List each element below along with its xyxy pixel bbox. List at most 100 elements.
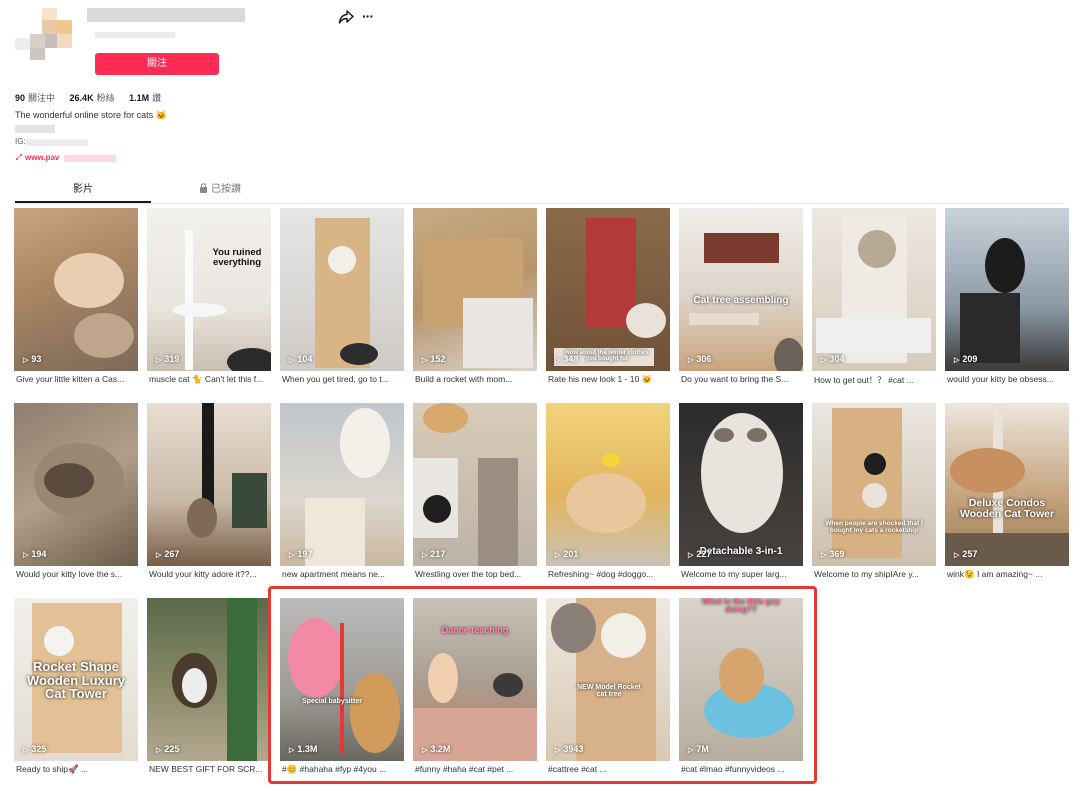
video-thumbnail[interactable]: Detachable 3-in-1 ▷ 227 — [679, 403, 803, 566]
play-icon: ▷ — [555, 552, 561, 559]
follow-button[interactable]: 關注 — [95, 53, 219, 75]
thumbnail-shape — [187, 498, 217, 538]
view-count-value: 93 — [31, 354, 42, 364]
thumbnail-shape — [232, 473, 267, 528]
view-count: ▷ 325 — [23, 744, 46, 754]
video-caption[interactable]: Welcome to my super larg... — [681, 569, 801, 579]
play-icon: ▷ — [821, 357, 827, 364]
video-caption[interactable]: wink😉 I am amazing~ ... — [947, 569, 1067, 580]
video-caption[interactable]: Give your little kitten a Cas... — [16, 374, 136, 384]
more-options-button[interactable]: ··· — [362, 9, 380, 26]
thumbnail-shape — [701, 413, 783, 533]
profile-stats: 90 關注中 26.4K 粉絲 1.1M 讚 — [15, 91, 173, 104]
video-thumbnail[interactable]: ▷ 217 — [413, 403, 537, 566]
tab-videos[interactable]: 影片 — [15, 183, 151, 199]
view-count: ▷ 267 — [156, 549, 179, 559]
video-caption[interactable]: Would your kitty adore it??... — [149, 569, 269, 579]
video-overlay-text: Deluxe Condos Wooden Cat Tower — [959, 497, 1055, 521]
video-caption[interactable]: Welcome to my shipIAre y... — [814, 569, 934, 579]
video-caption[interactable]: Build a rocket with mom... — [415, 374, 535, 384]
video-thumbnail[interactable]: Cat tree assembling ▷ 306 — [679, 208, 803, 371]
avatar[interactable] — [15, 8, 72, 65]
following-count[interactable]: 90 關注中 — [15, 91, 55, 104]
followers-count[interactable]: 26.4K 粉絲 — [70, 91, 115, 104]
thumbnail-shape — [340, 408, 390, 478]
play-icon: ▷ — [156, 357, 162, 364]
tab-liked[interactable]: 已按讚 — [152, 183, 288, 199]
tab-divider — [15, 203, 1065, 204]
play-icon: ▷ — [289, 552, 295, 559]
thumbnail-shape — [44, 626, 74, 656]
view-count: ▷ 304 — [821, 354, 844, 364]
thumbnail-shape — [774, 338, 803, 371]
view-count-value: 369 — [829, 549, 845, 559]
view-count: ▷ 194 — [23, 549, 46, 559]
view-count-value: 104 — [297, 354, 313, 364]
bio-ig-label: IG: — [15, 137, 26, 146]
tab-liked-label: 已按讚 — [211, 184, 241, 195]
view-count-value: 197 — [297, 549, 313, 559]
video-caption[interactable]: How to get out！？ #cat ... — [814, 374, 934, 386]
play-icon: ▷ — [23, 747, 29, 754]
video-thumbnail[interactable]: ▷ 104 — [280, 208, 404, 371]
video-caption[interactable]: Wrestling over the top bed... — [415, 569, 535, 579]
thumbnail-shape — [340, 343, 378, 365]
link-redacted — [64, 155, 116, 162]
profile-link[interactable]: www.pav — [15, 153, 59, 162]
link-icon — [15, 153, 23, 161]
video-thumbnail[interactable]: ▷ 209 — [945, 208, 1069, 371]
video-thumbnail[interactable]: ▷ 93 — [14, 208, 138, 371]
view-count-value: 152 — [430, 354, 446, 364]
thumbnail-shape — [747, 428, 767, 442]
video-caption[interactable]: Do you want to bring the S... — [681, 374, 801, 384]
video-thumbnail[interactable]: ▷ 201 — [546, 403, 670, 566]
profile-link-text: www.pav — [25, 153, 60, 162]
highlight-box — [268, 586, 817, 784]
video-thumbnail[interactable]: Now about the winter clothes you bought … — [546, 208, 670, 371]
video-thumbnail[interactable]: Rocket Shape Wooden Luxury Cat Tower ▷ 325 — [14, 598, 138, 761]
view-count-value: 227 — [696, 549, 712, 559]
video-caption[interactable]: Would your kitty love the s... — [16, 569, 136, 579]
video-caption[interactable]: Rate his new look 1 - 10 🐱 — [548, 374, 668, 385]
play-icon: ▷ — [289, 357, 295, 364]
thumbnail-shape — [423, 495, 451, 523]
video-thumbnail[interactable]: ▷ 267 — [147, 403, 271, 566]
thumbnail-shape — [704, 233, 779, 263]
share-arrow-icon — [338, 10, 354, 24]
view-count: ▷ 152 — [422, 354, 445, 364]
video-caption[interactable]: NEW BEST GIFT FOR SCR... — [149, 764, 269, 774]
thumbnail-shape — [227, 348, 271, 371]
video-caption[interactable]: new apartment means ne... — [282, 569, 402, 579]
thumbnail-shape — [858, 230, 896, 268]
video-thumbnail[interactable]: ▷ 197 — [280, 403, 404, 566]
thumbnail-shape — [864, 453, 886, 475]
thumbnail-shape — [566, 473, 646, 533]
video-thumbnail[interactable]: ▷ 304 — [812, 208, 936, 371]
play-icon: ▷ — [688, 552, 694, 559]
thumbnail-shape — [960, 293, 1020, 363]
video-thumbnail[interactable]: Deluxe Condos Wooden Cat Tower ▷ 257 — [945, 403, 1069, 566]
view-count: ▷ 306 — [688, 354, 711, 364]
video-caption[interactable]: would your kitty be obsess... — [947, 374, 1067, 384]
share-button[interactable] — [338, 10, 356, 26]
video-thumbnail[interactable]: ▷ 152 — [413, 208, 537, 371]
view-count: ▷ 104 — [289, 354, 312, 364]
video-caption[interactable]: muscle cat 🐈 Can't let this f... — [149, 374, 269, 385]
view-count: ▷ 225 — [156, 744, 179, 754]
play-icon: ▷ — [422, 357, 428, 364]
video-caption[interactable]: Ready to ship🚀 ... — [16, 764, 136, 775]
video-thumbnail[interactable]: ▷ 225 — [147, 598, 271, 761]
thumbnail-shape — [182, 668, 207, 703]
video-caption[interactable]: Refreshing~ #dog #doggo... — [548, 569, 668, 579]
video-thumbnail[interactable]: When people are shocked that I bought my… — [812, 403, 936, 566]
view-count-value: 225 — [164, 744, 180, 754]
display-name-redacted — [95, 32, 175, 38]
video-thumbnail[interactable]: You ruined everything ▷ 319 — [147, 208, 271, 371]
play-icon: ▷ — [156, 552, 162, 559]
video-caption[interactable]: When you get tired, go to t... — [282, 374, 402, 384]
video-thumbnail[interactable]: ▷ 194 — [14, 403, 138, 566]
view-count-value: 304 — [829, 354, 845, 364]
lock-icon — [200, 183, 207, 193]
thumbnail-shape — [54, 253, 124, 308]
play-icon: ▷ — [156, 747, 162, 754]
